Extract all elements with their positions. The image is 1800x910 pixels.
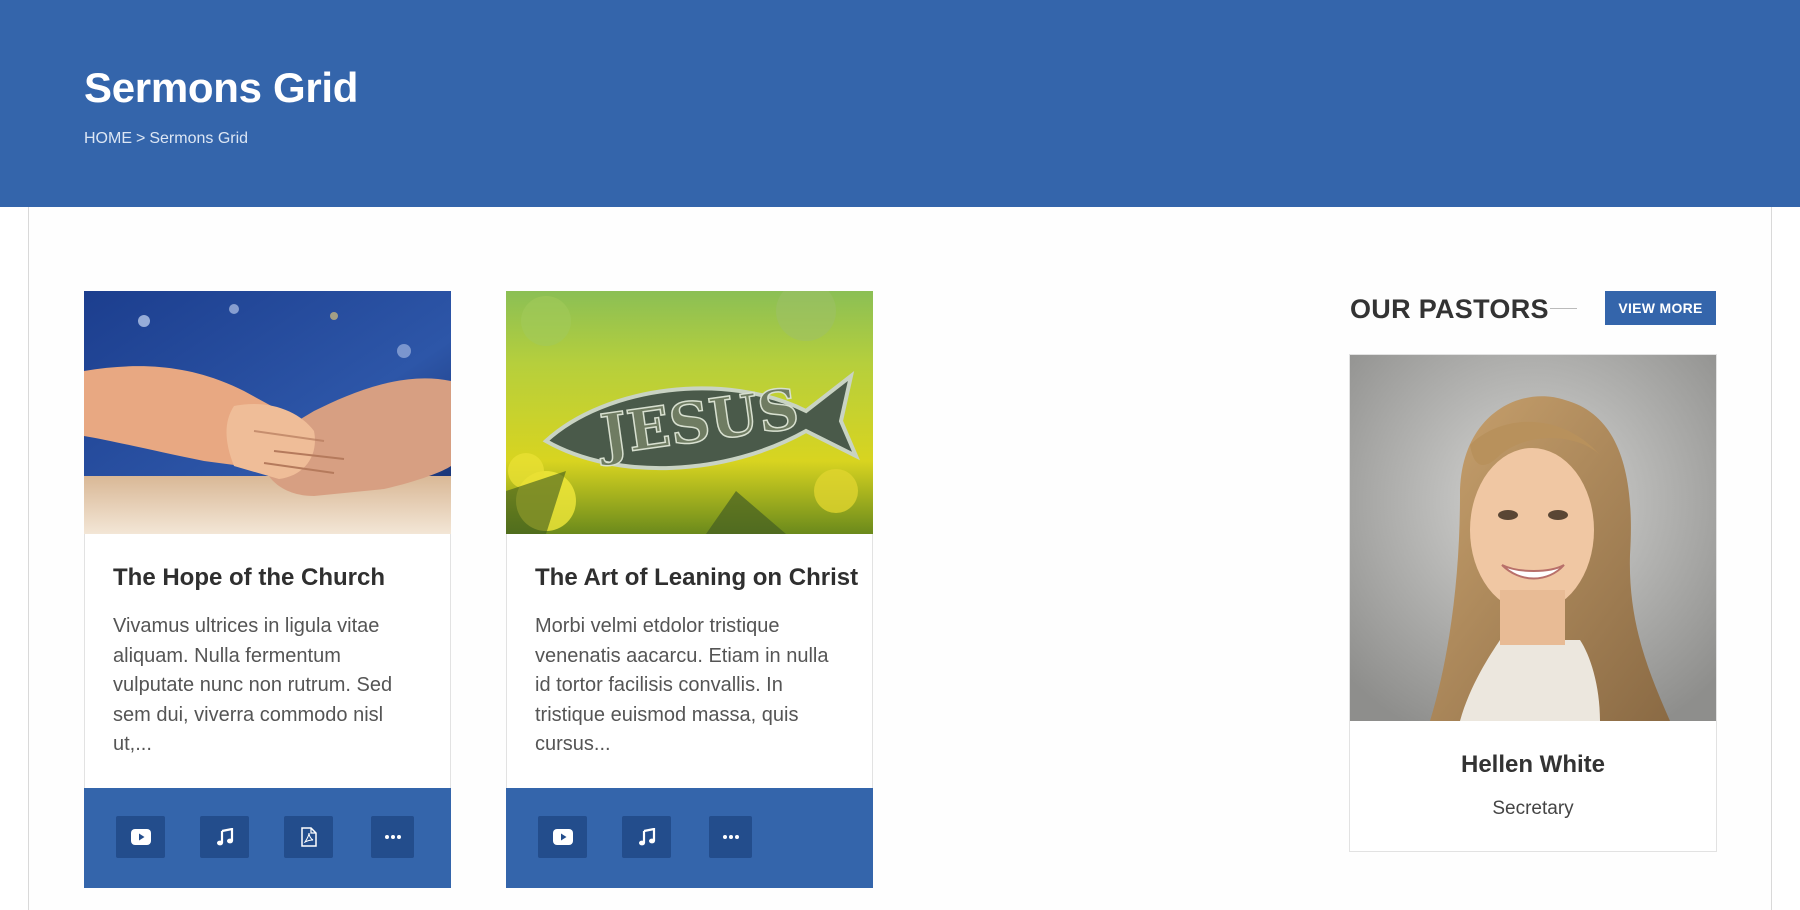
page-title: Sermons Grid	[84, 64, 359, 111]
music-icon	[216, 828, 233, 846]
audio-button[interactable]	[622, 816, 671, 858]
play-icon	[552, 829, 573, 845]
video-button[interactable]	[116, 816, 165, 858]
sermon-actions-bar	[506, 788, 873, 888]
video-button[interactable]	[538, 816, 587, 858]
breadcrumb: HOME > Sermons Grid	[84, 130, 248, 148]
breadcrumb-current: Sermons Grid	[149, 130, 249, 147]
pastors-heading: OUR PASTORS	[1350, 294, 1549, 324]
pdf-button[interactable]	[284, 816, 333, 858]
sermon-thumbnail[interactable]	[84, 291, 451, 534]
more-button[interactable]	[371, 816, 414, 858]
sermon-title[interactable]: The Hope of the Church	[113, 564, 385, 592]
more-button[interactable]	[709, 816, 752, 858]
sermon-excerpt: Morbi velmi etdolor tristique venenatis …	[535, 615, 829, 755]
music-icon	[638, 828, 655, 846]
sermon-thumbnail[interactable]: JESUS	[506, 291, 873, 534]
pastor-role: Secretary	[1492, 798, 1574, 819]
sermon-card: JESUS The Art of Leaning on Christ Morbi…	[506, 291, 873, 888]
breadcrumb-separator: >	[136, 130, 146, 147]
pastor-name[interactable]: Hellen White	[1350, 751, 1716, 779]
sermon-actions-bar	[84, 788, 451, 888]
more-icon	[722, 835, 739, 839]
sermon-card: The Hope of the Church Vivamus ultrices …	[84, 291, 451, 888]
pastor-photo[interactable]	[1350, 355, 1716, 721]
pastor-card[interactable]: Hellen White Secretary	[1349, 354, 1717, 852]
play-icon	[130, 829, 151, 845]
sermon-excerpt: Vivamus ultrices in ligula vitae aliquam…	[113, 615, 393, 755]
sermon-title[interactable]: The Art of Leaning on Christ	[535, 564, 858, 592]
view-more-button[interactable]: VIEW MORE	[1605, 291, 1716, 325]
heading-divider	[1550, 308, 1577, 309]
page-header: Sermons Grid HOME > Sermons Grid	[0, 0, 1800, 207]
pdf-icon	[300, 827, 317, 847]
more-icon	[384, 835, 401, 839]
breadcrumb-home-link[interactable]: HOME	[84, 130, 132, 147]
audio-button[interactable]	[200, 816, 249, 858]
